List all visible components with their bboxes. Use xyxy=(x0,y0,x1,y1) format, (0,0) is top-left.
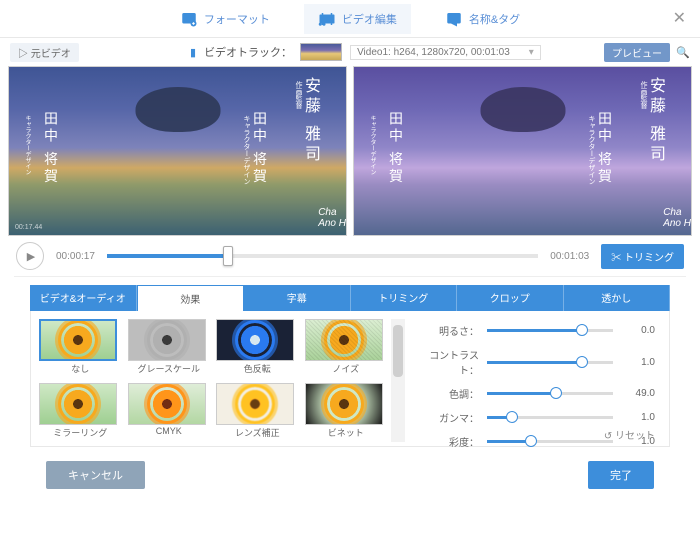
effect-noise[interactable]: ノイズ xyxy=(305,319,388,379)
tab-format[interactable]: フォーマット xyxy=(166,4,284,34)
tab-name-tag-label: 名称&タグ xyxy=(469,11,520,27)
track-label: ビデオトラック： xyxy=(204,44,292,60)
effect-cmyk[interactable]: CMYK xyxy=(128,383,211,443)
track-select[interactable]: Video1: h264, 1280x720, 00:01:03 xyxy=(350,45,541,60)
tab-video-edit-label: ビデオ編集 xyxy=(342,11,397,27)
tab-video-audio[interactable]: ビデオ&オーディオ xyxy=(30,285,137,311)
original-video-badge: 元ビデオ xyxy=(10,43,79,62)
effect-lens[interactable]: レンズ補正 xyxy=(216,383,299,443)
cancel-button[interactable]: キャンセル xyxy=(46,461,145,489)
slider-contrast: コントラスト：1.0 xyxy=(419,347,655,377)
footer: キャンセル 完了 xyxy=(0,447,700,489)
effect-tabs: ビデオ&オーディオ 効果 字幕 トリミング クロップ 透かし xyxy=(30,285,670,311)
tab-name-tag[interactable]: 名称&タグ xyxy=(431,4,534,34)
video-edit-icon xyxy=(318,10,336,28)
preview-badge: プレビュー xyxy=(604,43,670,62)
preview-original: 作画監督 安藤 雅司 キャラクターデザイン 田中 将賀 田中 将賀 キャラクター… xyxy=(8,66,347,236)
tab-watermark[interactable]: 透かし xyxy=(564,285,671,311)
effects-panel: なし グレースケール 色反転 ノイズ ミラーリング CMYK レンズ補正 ビネッ… xyxy=(30,311,670,447)
tab-trimming[interactable]: トリミング xyxy=(351,285,458,311)
slider-gamma: ガンマ：1.0 xyxy=(419,410,655,425)
seek-slider[interactable] xyxy=(107,254,538,258)
effect-grayscale[interactable]: グレースケール xyxy=(128,319,211,379)
zoom-icon[interactable]: 🔍 xyxy=(676,46,690,59)
top-tabs: フォーマット ビデオ編集 名称&タグ ✕ xyxy=(0,0,700,38)
track-row: 元ビデオ ▮ ビデオトラック： Video1: h264, 1280x720, … xyxy=(0,38,700,66)
effects-scrollbar[interactable] xyxy=(391,319,405,442)
ok-button[interactable]: 完了 xyxy=(588,461,654,489)
tab-effects[interactable]: 効果 xyxy=(137,285,245,311)
effect-none[interactable]: なし xyxy=(39,319,122,379)
effect-vignette[interactable]: ビネット xyxy=(305,383,388,443)
tab-crop[interactable]: クロップ xyxy=(457,285,564,311)
adjustment-sliders: 明るさ：0.0 コントラスト：1.0 色調：49.0 ガンマ：1.0 彩度：1.… xyxy=(405,319,661,442)
format-icon xyxy=(180,10,198,28)
close-icon[interactable]: ✕ xyxy=(673,8,686,28)
effects-grid: なし グレースケール 色反転 ノイズ ミラーリング CMYK レンズ補正 ビネッ… xyxy=(39,319,387,442)
play-button[interactable]: ▶ xyxy=(16,242,44,270)
preview-edited: 作画監督 安藤 雅司 キャラクターデザイン 田中 将賀 田中 将賀 キャラクター… xyxy=(353,66,692,236)
reset-button[interactable]: ↺ リセット xyxy=(604,427,655,442)
track-thumbnail xyxy=(300,43,342,61)
effect-invert[interactable]: 色反転 xyxy=(216,319,299,379)
playback-bar: ▶ 00:00:17 00:01:03 ✂ トリミング xyxy=(0,236,700,276)
slider-hue: 色調：49.0 xyxy=(419,386,655,401)
slider-brightness: 明るさ：0.0 xyxy=(419,323,655,338)
tab-format-label: フォーマット xyxy=(204,11,270,27)
tab-subtitle[interactable]: 字幕 xyxy=(244,285,351,311)
tab-video-edit[interactable]: ビデオ編集 xyxy=(304,4,411,34)
time-total: 00:01:03 xyxy=(550,251,589,262)
time-current: 00:00:17 xyxy=(56,251,95,262)
tag-icon xyxy=(445,10,463,28)
preview-area: 作画監督 安藤 雅司 キャラクターデザイン 田中 将賀 田中 将賀 キャラクター… xyxy=(0,66,700,236)
trim-button[interactable]: ✂ トリミング xyxy=(601,244,684,269)
effect-mirror[interactable]: ミラーリング xyxy=(39,383,122,443)
